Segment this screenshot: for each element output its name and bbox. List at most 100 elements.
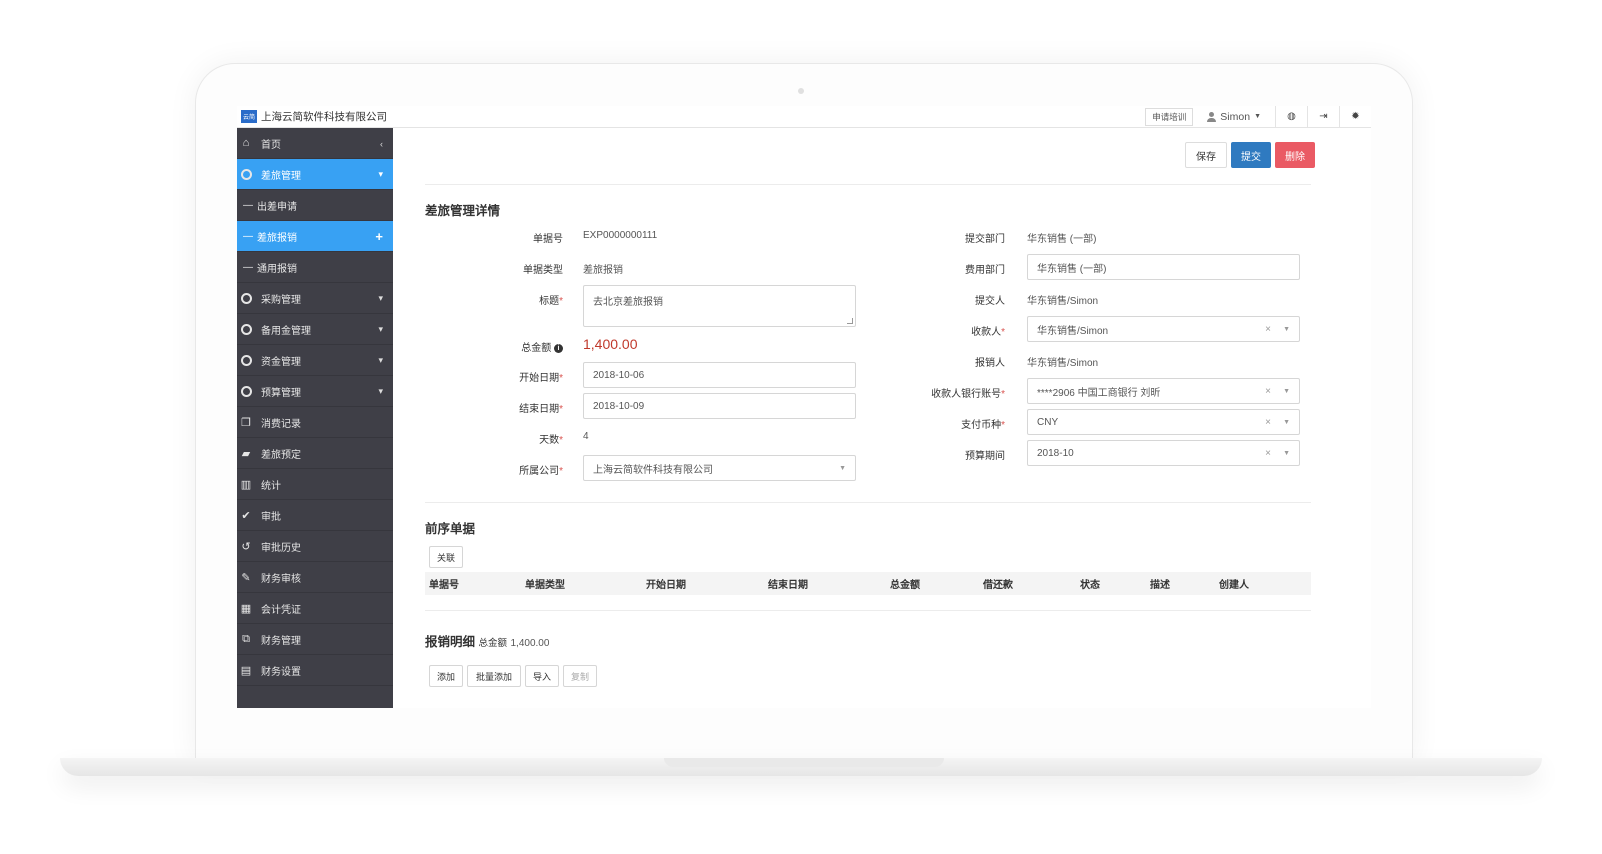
sidebar-item-label: 审批 [261,511,281,523]
payee-select[interactable]: 华东销售/Simon × ▼ [1027,316,1300,342]
budget-select[interactable]: 2018-10 × ▼ [1027,440,1300,466]
sidebar-item-label: 差旅报销 [257,232,297,244]
company-select[interactable]: 上海云简软件科技有限公司 ▼ [583,455,856,481]
chevron-down-icon: ▾ [378,324,383,334]
chevron-down-icon: ▾ [378,293,383,303]
sidebar-item-label: 通用报销 [257,263,297,275]
sidebar-item-petty-cash[interactable]: 备用金管理 ▾ [237,314,393,345]
sidebar-item-stats[interactable]: ▥ 统计 [237,469,393,500]
sidebar-item-finance-settings[interactable]: ▤ 财务设置 [237,655,393,686]
import-button[interactable]: 导入 [525,665,559,687]
gear-icon[interactable]: ✹ [1339,106,1371,128]
subject-textarea[interactable]: 去北京差旅报销 [583,285,856,327]
sidebar-item-approval[interactable]: ✔ 审批 [237,500,393,531]
clone-icon: ⧉ [242,632,250,645]
payee-label: 收款人* [971,327,1005,338]
bank-label: 收款人银行账号* [931,389,1005,400]
start-date-input[interactable]: 2018-10-06 [583,362,856,388]
globe-icon[interactable]: ◍ [1275,106,1307,128]
brand-logo: 云简 [241,110,257,123]
info-icon: i [554,343,563,353]
sidebar-item-funds[interactable]: 资金管理 ▾ [237,345,393,376]
chevron-down-icon: ▼ [1283,387,1290,395]
sidebar-item-home[interactable]: ⌂ 首页 ‹ [237,128,393,159]
sidebar-item-label: 统计 [261,480,281,492]
sidebar-item-label: 会计凭证 [261,604,301,616]
batch-add-button[interactable]: 批量添加 [467,665,521,687]
sidebar-item-voucher[interactable]: ▦ 会计凭证 [237,593,393,624]
clear-icon: × [1265,385,1271,397]
check-circle-icon: ✔ [241,509,251,522]
chevron-down-icon: ▼ [1254,113,1261,120]
sidebar-item-general-expense[interactable]: — 通用报销 [237,252,393,283]
sidebar-item-label: 差旅预定 [261,449,301,461]
calculator-icon: ▦ [240,602,252,615]
chevron-down-icon: ▾ [378,169,383,179]
sidebar-item-approval-history[interactable]: ↺ 审批历史 [237,531,393,562]
divider [425,610,1311,611]
chevron-down-icon: ▼ [839,464,846,472]
circle-icon [239,167,253,181]
sidebar-item-finance-review[interactable]: ✎ 财务审核 [237,562,393,593]
sidebar-item-travel[interactable]: 差旅管理 ▾ [237,159,393,190]
sidebar-item-label: 消费记录 [261,418,301,430]
book-icon: ▤ [240,664,252,677]
training-button[interactable]: 申请培训 [1145,107,1194,126]
add-button[interactable]: 添加 [429,665,463,687]
link-button[interactable]: 关联 [429,546,463,568]
circle-icon [239,353,253,367]
laptop-mockup: 云简 上海云简软件科技有限公司 申请培训 Simon ▼ ◍ ⇥ ✹ ⌂ 首页 … [0,0,1602,854]
sidebar-item-trip-request[interactable]: — 出差申请 [237,190,393,221]
lines-title: 报销明细 总金额 1,400.00 [425,635,550,649]
sidebar-item-budget[interactable]: 预算管理 ▾ [237,376,393,407]
user-menu[interactable]: Simon ▼ [1207,111,1261,123]
column-header: 借还款 [983,580,1013,591]
submitter-value: 华东销售/Simon [1027,296,1099,307]
sidebar-item-travel-expense[interactable]: — 差旅报销 + [237,221,393,252]
end-date-label: 结束日期* [519,404,563,415]
sidebar-item-label: 首页 [261,139,281,151]
submit-button[interactable]: 提交 [1231,142,1271,168]
action-bar: 保存 提交 删除 [1185,142,1315,168]
logout-icon[interactable]: ⇥ [1307,106,1339,128]
top-bar-right: 申请培训 Simon ▼ ◍ ⇥ ✹ [1145,106,1371,128]
cost-dept-input[interactable]: 华东销售 (一部) [1027,254,1300,280]
column-header: 单据类型 [525,580,565,591]
bank-select[interactable]: ****2906 中国工商银行 刘昕 × ▼ [1027,378,1300,404]
clear-icon: × [1265,416,1271,428]
sidebar-item-label: 财务管理 [261,635,301,647]
sidebar-item-purchase[interactable]: 采购管理 ▾ [237,283,393,314]
sidebar-item-booking[interactable]: ▰ 差旅预定 [237,438,393,469]
column-header: 单据号 [429,580,459,591]
sidebar-item-label: 财务设置 [261,666,301,678]
circle-icon [239,384,253,398]
add-icon[interactable]: + [375,221,383,252]
submit-dept-value: 华东销售 (一部) [1027,234,1097,245]
sidebar-item-finance-mgmt[interactable]: ⧉ 财务管理 [237,624,393,655]
days-label: 天数* [539,435,563,446]
clear-icon: × [1265,447,1271,459]
cost-dept-label: 费用部门 [965,265,1005,276]
sidebar-item-label: 财务审核 [261,573,301,585]
currency-select[interactable]: CNY × ▼ [1027,409,1300,435]
end-date-input[interactable]: 2018-10-09 [583,393,856,419]
chevron-down-icon: ▼ [1283,418,1290,426]
app-screen: 云简 上海云简软件科技有限公司 申请培训 Simon ▼ ◍ ⇥ ✹ ⌂ 首页 … [237,106,1371,708]
column-header: 状态 [1080,580,1100,591]
divider [425,184,1311,185]
submit-dept-label: 提交部门 [965,234,1005,245]
prior-docs-title: 前序单据 [425,522,476,536]
sidebar-item-consumption[interactable]: ❐ 消费记录 [237,407,393,438]
doc-no-label: 单据号 [533,234,563,245]
briefcase-icon: ▰ [241,447,251,460]
column-header: 描述 [1150,580,1170,591]
delete-button[interactable]: 删除 [1275,142,1315,168]
reimburser-label: 报销人 [975,358,1005,369]
brand[interactable]: 云简 上海云简软件科技有限公司 [237,106,403,128]
doc-type-label: 单据类型 [523,265,563,276]
copy-button[interactable]: 复制 [563,665,597,687]
collapse-icon[interactable]: ‹ [380,128,383,159]
save-button[interactable]: 保存 [1185,142,1227,168]
days-value: 4 [583,431,589,442]
total-amount: 1,400.00 [583,336,638,352]
